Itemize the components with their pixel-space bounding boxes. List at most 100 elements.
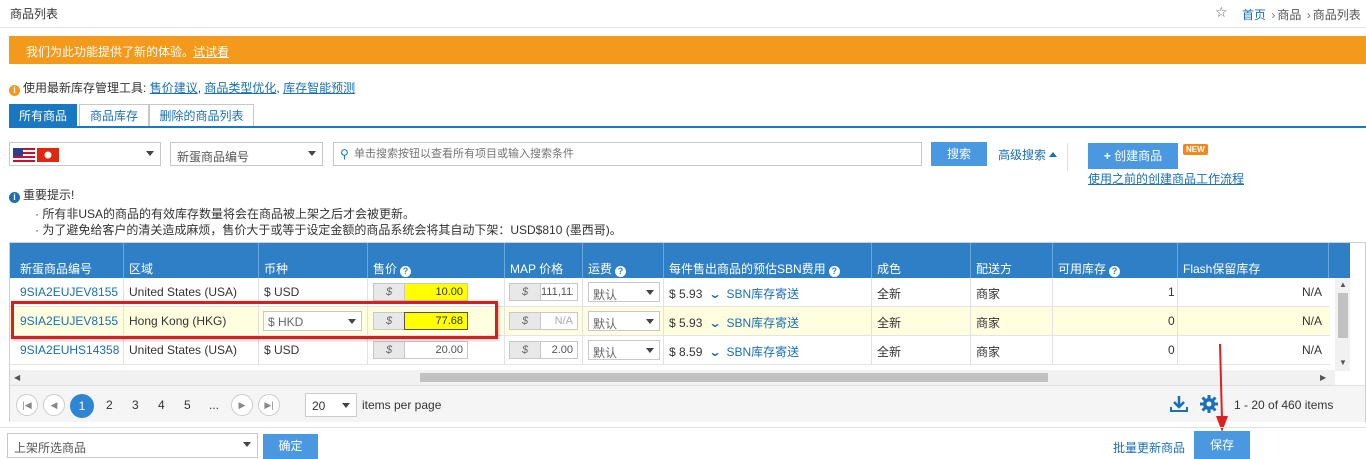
bulk-update-link[interactable]: 批量更新商品 [1113,439,1185,456]
favorite-star-icon[interactable]: ☆ [1215,4,1228,21]
help-icon[interactable]: ? [615,266,627,277]
col-region[interactable]: 区域 [129,260,153,277]
scroll-left-icon[interactable]: ◀ [14,373,20,382]
chevron-down-icon[interactable]: ⌄ [709,287,722,301]
col-price-label: 售价 [373,262,398,276]
cell-divider [123,336,124,365]
sbn-fee-cell: $ 5.93 ⌄ SBN库存寄送 [669,314,799,331]
search-button[interactable]: 搜索 [931,142,987,166]
map-price-input[interactable] [540,312,578,330]
cell-divider [663,278,664,307]
condition-cell: 全新 [877,345,902,359]
col-available-stock[interactable]: 可用库存? [1058,260,1121,277]
horizontal-scrollbar[interactable]: ◀ ▶ [10,370,1335,385]
price-suggestion-link[interactable]: 售价建议 [150,81,198,95]
table-row: 9SIA2EUHS14358 United States (USA) $ USD… [10,336,1330,365]
col-condition[interactable]: 成色 [877,260,901,277]
page-1-button[interactable]: 1 [70,394,94,418]
info-icon: i [9,192,20,203]
help-icon[interactable]: ? [1109,266,1121,277]
old-create-flow-link[interactable]: 使用之前的创建商品工作流程 [1088,170,1244,187]
search-icon: ⚲ [340,147,349,161]
scroll-thumb[interactable] [1338,293,1348,338]
chevron-down-icon[interactable]: ⌄ [709,345,722,359]
country-select[interactable] [9,142,161,166]
shipping-select[interactable]: 默认 [588,282,660,302]
try-it-link[interactable]: 试试看 [193,43,229,60]
advanced-search-toggle[interactable]: 高级搜索 [998,146,1058,163]
tab-all-items[interactable]: 所有商品 [9,104,77,127]
confirm-button[interactable]: 确定 [263,434,318,459]
cell-divider [663,336,664,365]
shipping-value: 默认 [593,346,618,360]
condition-cell: 全新 [877,287,902,301]
flash-stock-cell: N/A [1302,314,1323,328]
help-icon[interactable]: ? [400,266,412,277]
page-title: 商品列表 [10,7,59,21]
col-fulfillment[interactable]: 配送方 [976,260,1012,277]
page-4-button[interactable]: 4 [158,398,165,412]
shipping-select[interactable]: 默认 [588,311,660,331]
sbn-shipment-link[interactable]: SBN库存寄送 [726,316,799,330]
shipping-value: 默认 [593,317,618,331]
col-flash-stock[interactable]: Flash保留库存 [1183,260,1260,277]
col-price[interactable]: 售价? [373,260,412,277]
breadcrumb-separator-icon: › [1306,8,1311,22]
chevron-down-icon[interactable]: ⌄ [709,316,722,330]
col-divider [367,243,368,278]
breadcrumb-home[interactable]: 首页 [1242,8,1266,22]
next-page-icon[interactable]: ▶ [231,394,253,416]
item-number-link[interactable]: 9SIA2EUHS14358 [20,343,119,357]
currency-cell: $ USD [264,285,300,299]
page-3-button[interactable]: 3 [132,398,139,412]
map-price-input[interactable] [540,283,578,301]
scroll-thumb[interactable] [420,373,1048,382]
tab-inventory[interactable]: 商品库存 [79,104,149,127]
sbn-shipment-link[interactable]: SBN库存寄送 [726,287,799,301]
col-currency[interactable]: 币种 [264,260,288,277]
page-2-button[interactable]: 2 [106,398,113,412]
price-input[interactable] [404,283,468,301]
col-item-number[interactable]: 新蛋商品编号 [20,260,92,277]
scroll-right-icon[interactable]: ▶ [1320,373,1326,382]
scroll-up-icon[interactable]: ▲ [1339,280,1347,289]
breadcrumb-products[interactable]: 商品 [1277,8,1301,22]
inventory-forecast-link[interactable]: 库存智能预测 [283,81,355,95]
sbn-fee-cell: $ 8.59 ⌄ SBN库存寄送 [669,343,799,360]
search-input[interactable] [354,144,914,164]
more-pages-button[interactable]: ... [209,398,219,412]
divider [1067,143,1068,171]
chevron-down-icon [308,151,316,156]
search-field-select[interactable]: 新蛋商品编号 [170,142,323,166]
col-map-price[interactable]: MAP 价格 [510,260,563,277]
col-divider [1177,243,1178,278]
region-cell: United States (USA) [129,343,238,357]
items-per-page-select[interactable]: 20 [305,393,357,417]
bulk-action-select[interactable]: 上架所选商品 [7,433,258,458]
scroll-down-icon[interactable]: ▼ [1339,358,1347,367]
search-box: ⚲ [333,142,922,166]
cell-divider [582,307,583,336]
first-page-icon[interactable]: |◀ [16,394,38,416]
download-icon[interactable] [1170,395,1188,413]
col-divider [504,243,505,278]
cell-divider [970,336,971,365]
sbn-shipment-link[interactable]: SBN库存寄送 [726,345,799,359]
col-sbn-fee[interactable]: 每件售出商品的预估SBN费用? [669,260,840,277]
map-price-input[interactable] [540,341,578,359]
page-5-button[interactable]: 5 [184,398,191,412]
prev-page-icon[interactable]: ◀ [43,394,65,416]
create-item-button[interactable]: + 创建商品 [1088,143,1178,169]
price-input[interactable] [404,341,468,359]
stock-cell: 0 [1168,343,1175,357]
save-button[interactable]: 保存 [1194,431,1250,459]
last-page-icon[interactable]: ▶| [258,394,280,416]
item-type-optimization-link[interactable]: 商品类型优化 [204,81,276,95]
vertical-scrollbar[interactable]: ▲ ▼ [1335,278,1350,371]
tab-deleted-items[interactable]: 删除的商品列表 [149,104,254,127]
shipping-select[interactable]: 默认 [588,340,660,360]
col-shipping[interactable]: 运费? [588,260,627,277]
col-divider [1052,243,1053,278]
item-number-link[interactable]: 9SIA2EUJEV8155 [20,285,118,299]
help-icon[interactable]: ? [828,266,840,277]
